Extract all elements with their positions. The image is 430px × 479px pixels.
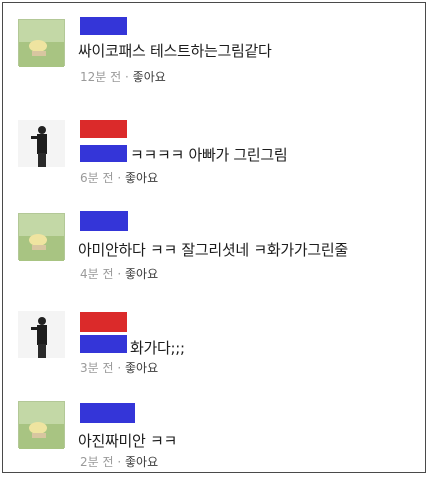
separator: · xyxy=(117,361,122,375)
redacted-username[interactable] xyxy=(80,120,127,138)
comment-meta: 6분 전 · 좋아요 xyxy=(80,169,158,186)
avatar[interactable] xyxy=(18,311,65,358)
comment-time: 3분 전 xyxy=(80,361,114,375)
comment-time: 6분 전 xyxy=(80,171,114,185)
redacted-username[interactable] xyxy=(80,312,127,332)
comment-text: 아진짜미안 ㅋㅋ xyxy=(78,432,177,450)
like-button[interactable]: 좋아요 xyxy=(125,361,158,375)
comment-text: 아미안하다 ㅋㅋ 잘그리셧네 ㅋ화가가그린줄 xyxy=(78,241,348,259)
like-button[interactable]: 좋아요 xyxy=(133,70,166,84)
comment-meta: 2분 전 · 좋아요 xyxy=(80,453,158,470)
avatar[interactable] xyxy=(18,19,65,67)
separator: · xyxy=(117,267,122,281)
comment-meta: 12분 전 · 좋아요 xyxy=(80,68,166,85)
comment-time: 4분 전 xyxy=(80,267,114,281)
comment-meta: 3분 전 · 좋아요 xyxy=(80,359,158,376)
separator: · xyxy=(117,455,122,469)
comment-text: ㅋㅋㅋㅋ 아빠가 그린그림 xyxy=(130,146,288,164)
like-button[interactable]: 좋아요 xyxy=(125,267,158,281)
avatar[interactable] xyxy=(18,401,65,449)
redacted-tag[interactable] xyxy=(80,335,127,353)
comment-thread: 싸이코패스 테스트하는그림같다 12분 전 · 좋아요 ㅋㅋㅋㅋ 아빠가 그린그… xyxy=(2,2,426,473)
comment-text: 싸이코패스 테스트하는그림같다 xyxy=(78,42,272,60)
like-button[interactable]: 좋아요 xyxy=(125,455,158,469)
comment-time: 2분 전 xyxy=(80,455,114,469)
avatar[interactable] xyxy=(18,213,65,261)
redacted-username[interactable] xyxy=(80,403,135,423)
separator: · xyxy=(117,171,122,185)
redacted-username[interactable] xyxy=(80,211,128,231)
like-button[interactable]: 좋아요 xyxy=(125,171,158,185)
avatar[interactable] xyxy=(18,120,65,167)
comment-time: 12분 전 xyxy=(80,70,122,84)
separator: · xyxy=(125,70,129,84)
redacted-tag[interactable] xyxy=(80,145,127,162)
redacted-username[interactable] xyxy=(80,17,127,35)
comment-meta: 4분 전 · 좋아요 xyxy=(80,265,158,282)
comment-text: 화가다;;; xyxy=(130,339,185,357)
